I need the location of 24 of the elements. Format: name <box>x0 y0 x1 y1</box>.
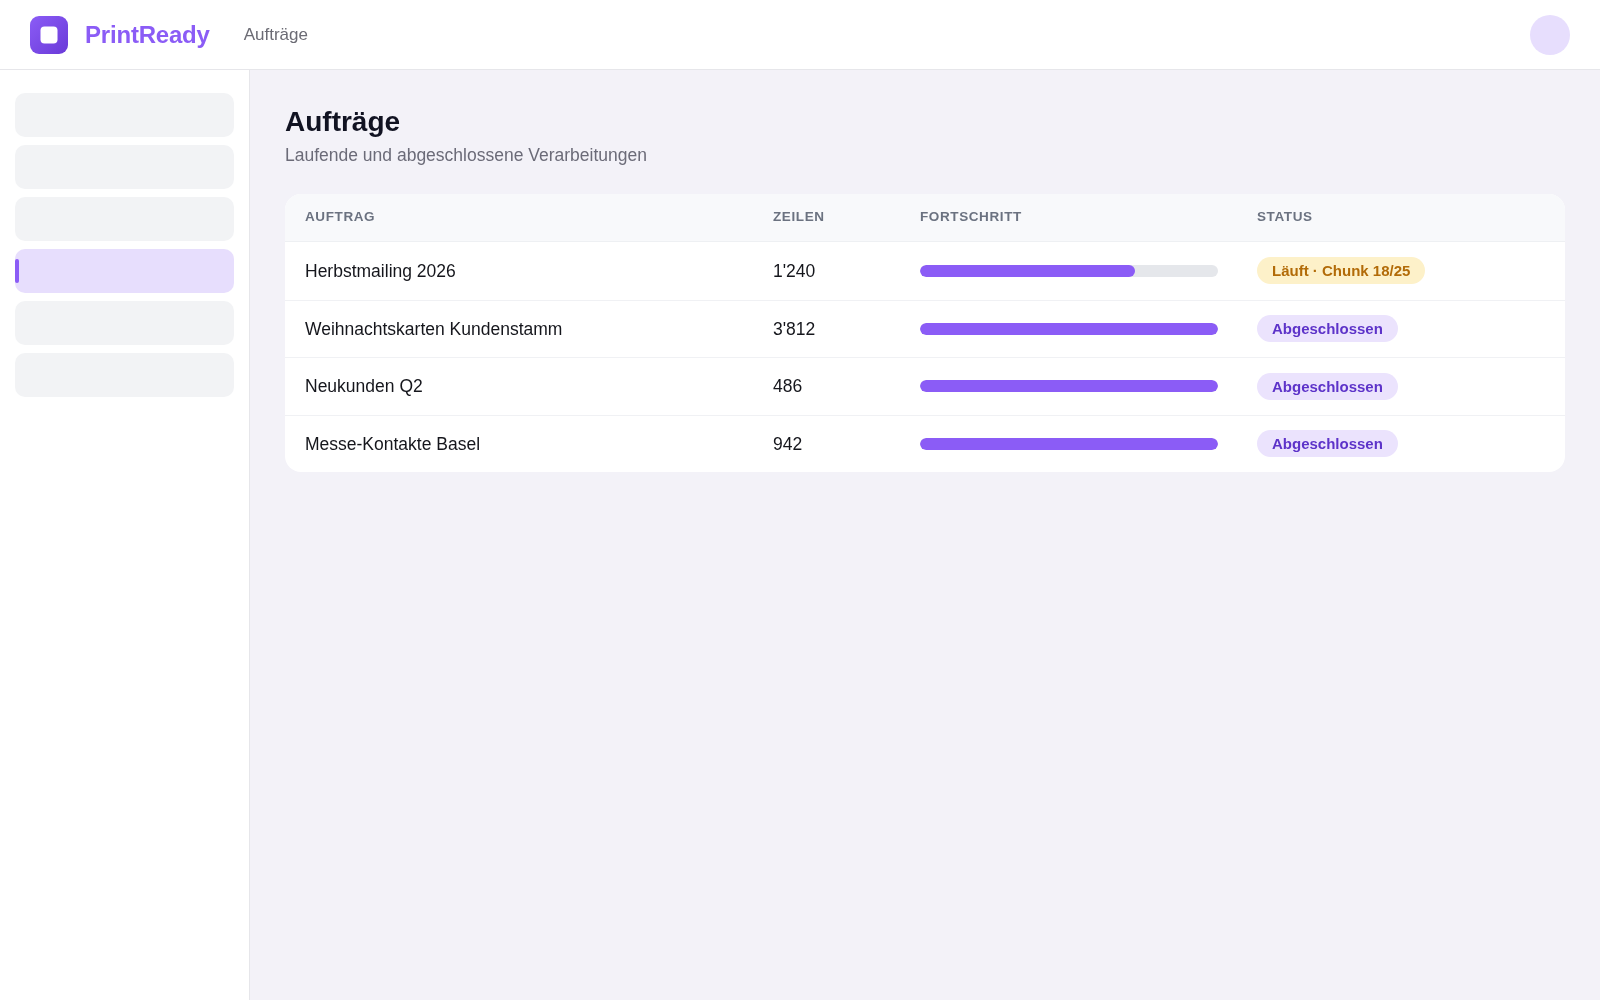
selection-bar-icon <box>15 259 19 283</box>
nav-link[interactable]: Aufträge <box>243 21 308 48</box>
page-subtitle: Laufende und abgeschlossene Verarbeitungen <box>285 144 648 167</box>
brand-name[interactable]: PrintReady <box>85 16 210 53</box>
status-badge: Abgeschlossen <box>1257 315 1398 343</box>
table-cell-text: 3'812 <box>773 317 816 341</box>
column-header: AUFTRAG <box>305 208 376 227</box>
table-cell-text: 942 <box>773 432 803 456</box>
column-header: STATUS <box>1257 208 1313 227</box>
avatar-icon[interactable] <box>1530 14 1570 55</box>
status-badge: Läuft · Chunk 18/25 <box>1257 257 1426 285</box>
logo-icon <box>30 15 68 54</box>
table-cell-text: Neukunden Q2 <box>305 375 423 399</box>
column-header: FORTSCHRITT <box>920 208 1022 227</box>
table-cell-text: Messe-Kontakte Basel <box>305 432 481 456</box>
status-badge: Abgeschlossen <box>1257 430 1398 458</box>
table-cell-text: Weihnachtskarten Kundenstamm <box>305 317 563 341</box>
status-badge: Abgeschlossen <box>1257 372 1398 400</box>
column-header: ZEILEN <box>773 208 825 227</box>
table-cell-text: Herbstmailing 2026 <box>305 259 456 283</box>
sidebar-item[interactable] <box>15 249 234 293</box>
table-cell-text: 486 <box>773 375 803 399</box>
table-cell-text: 1'240 <box>773 259 816 283</box>
page-title: Aufträge <box>285 105 402 139</box>
